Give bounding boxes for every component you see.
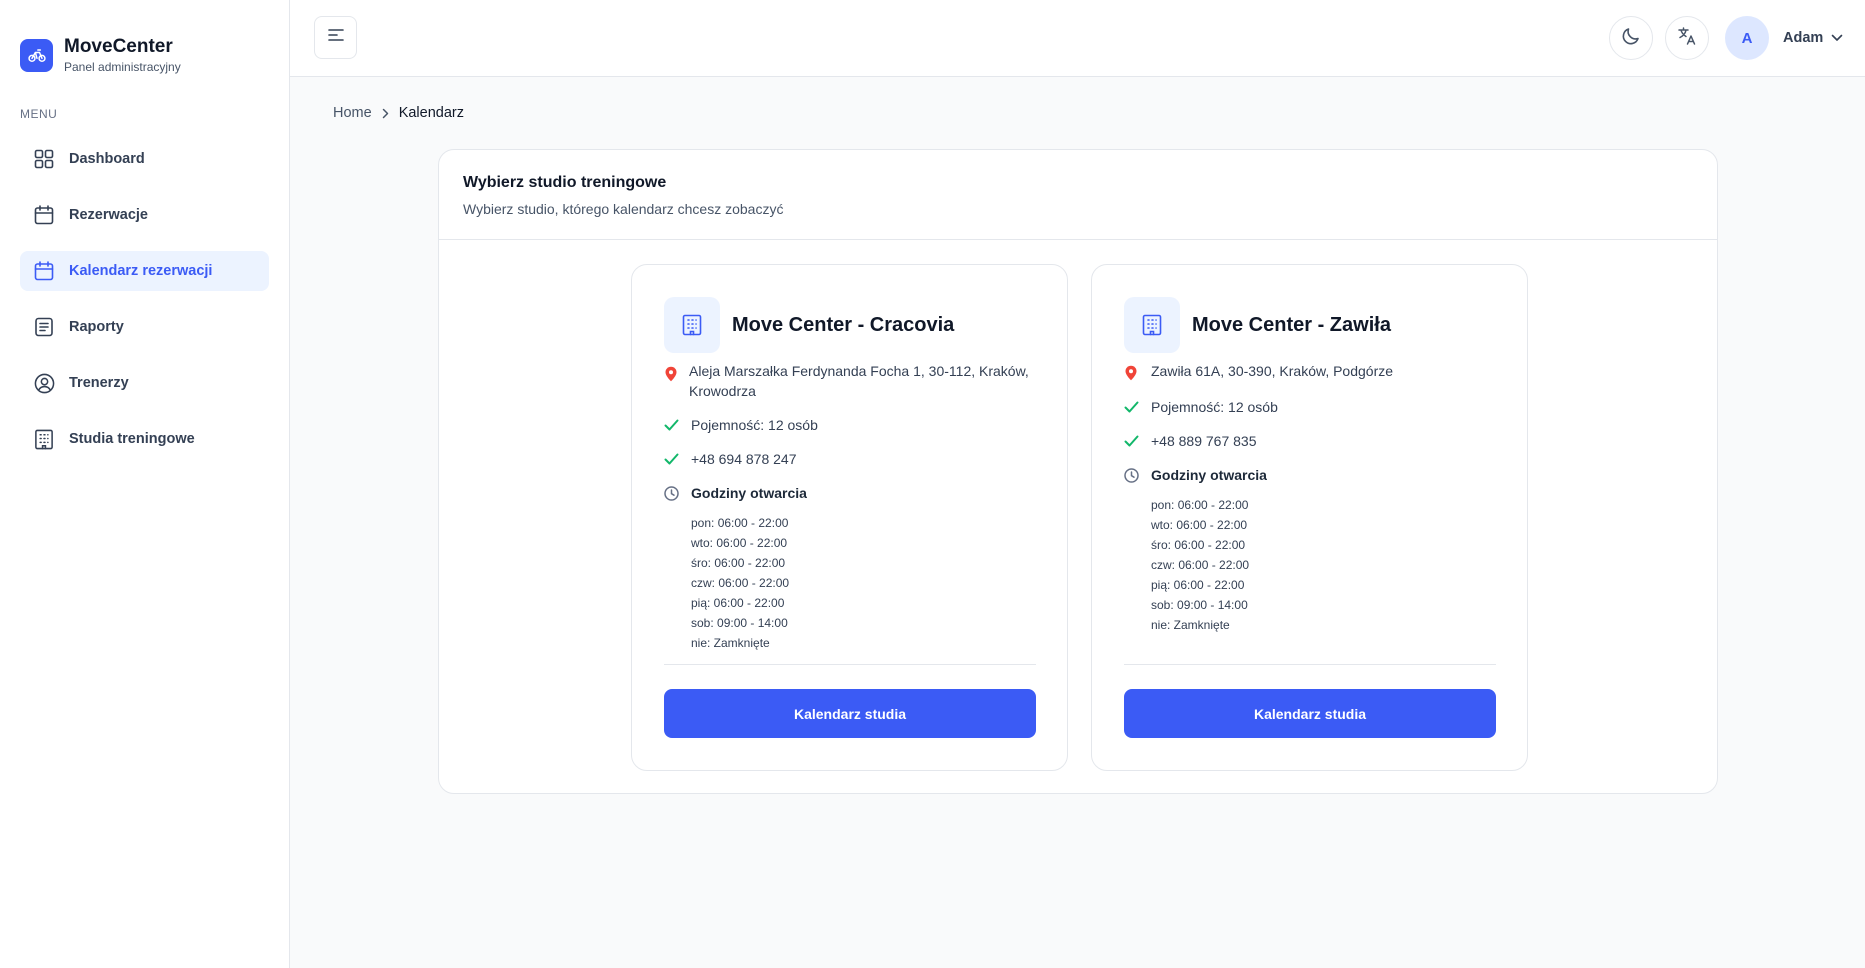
divider [664, 664, 1036, 665]
studio-address: Zawiła 61A, 30-390, Kraków, Podgórze [1124, 361, 1496, 383]
hours-row: pią: 06:00 - 22:00 [1151, 578, 1245, 592]
divider [1124, 664, 1496, 665]
calendar-icon [33, 260, 55, 282]
sidebar-item-label: Kalendarz rezerwacji [69, 263, 213, 279]
card-subtitle: Wybierz studio, którego kalendarz chcesz… [463, 201, 784, 217]
studio-phone: +48 694 878 247 [664, 449, 1036, 469]
opening-hours-heading: Godziny otwarcia [664, 483, 1036, 503]
studio-calendar-button[interactable]: Kalendarz studia [664, 689, 1036, 738]
studio-card: Move Center - Zawiła Zawiła 61A, 30-390,… [1091, 264, 1528, 771]
map-pin-icon [1124, 363, 1142, 383]
sidebar-item-trenerzy[interactable]: Trenerzy [20, 363, 269, 403]
hours-row: śro: 06:00 - 22:00 [1151, 538, 1246, 552]
breadcrumb-current: Kalendarz [398, 105, 464, 121]
card-title: Wybierz studio treningowe [463, 174, 667, 191]
hours-row: nie: Zamknięte [691, 636, 770, 650]
moon-icon [1621, 26, 1641, 51]
sidebar-item-raporty[interactable]: Raporty [20, 307, 269, 347]
translate-icon [1677, 26, 1697, 51]
hours-row: pią: 06:00 - 22:00 [691, 596, 785, 610]
sidebar-nav: Dashboard Rezerwacje Kalendarz rezerwacj… [20, 139, 269, 475]
user-menu[interactable]: A Adam [1725, 16, 1843, 60]
studio-address: Aleja Marszałka Ferdynanda Focha 1, 30-1… [664, 361, 1036, 401]
sidebar-item-dashboard[interactable]: Dashboard [20, 139, 269, 179]
sidebar-item-label: Studia treningowe [69, 431, 195, 447]
check-icon [664, 449, 682, 469]
theme-toggle-button[interactable] [1609, 16, 1653, 60]
studio-capacity: Pojemność: 12 osób [664, 415, 1036, 435]
studio-name: Move Center - Zawiła [1192, 313, 1391, 336]
hours-row: sob: 09:00 - 14:00 [691, 616, 788, 630]
user-name: Adam [1783, 30, 1824, 46]
check-icon [1124, 431, 1142, 451]
brand-title: MoveCenter [64, 36, 173, 57]
sidebar-item-label: Trenerzy [69, 375, 129, 391]
bicycle-icon [20, 38, 53, 72]
opening-hours-heading: Godziny otwarcia [1124, 465, 1496, 485]
chevron-down-icon [1831, 29, 1843, 47]
hours-row: śro: 06:00 - 22:00 [691, 556, 786, 570]
hours-row: pon: 06:00 - 22:00 [1151, 498, 1249, 512]
clock-icon [1124, 465, 1142, 485]
brand[interactable]: MoveCenter Panel administracyjny [20, 36, 181, 74]
sidebar: MoveCenter Panel administracyjny MENU Da… [0, 0, 290, 968]
hours-row: wto: 06:00 - 22:00 [1151, 518, 1248, 532]
sidebar-item-label: Dashboard [69, 151, 145, 167]
hours-row: wto: 06:00 - 22:00 [691, 536, 788, 550]
building-icon [664, 297, 720, 353]
sidebar-item-label: Raporty [69, 319, 124, 335]
sidebar-item-kalendarz-rezerwacji[interactable]: Kalendarz rezerwacji [20, 251, 269, 291]
language-button[interactable] [1665, 16, 1709, 60]
clock-icon [664, 483, 682, 503]
avatar: A [1725, 16, 1769, 60]
brand-subtitle: Panel administracyjny [64, 60, 181, 74]
hours-row: nie: Zamknięte [1151, 618, 1230, 632]
chevron-right-icon [382, 108, 389, 119]
studio-selection-card: Wybierz studio treningowe Wybierz studio… [438, 149, 1718, 794]
card-header: Wybierz studio treningowe Wybierz studio… [439, 150, 1717, 240]
topbar: A Adam [290, 0, 1865, 77]
sidebar-item-rezerwacje[interactable]: Rezerwacje [20, 195, 269, 235]
check-icon [664, 415, 682, 435]
menu-icon [327, 28, 344, 47]
breadcrumb-home[interactable]: Home [333, 105, 372, 121]
opening-hours-list: pon: 06:00 - 22:00 wto: 06:00 - 22:00 śr… [1151, 495, 1496, 635]
studio-card: Move Center - Cracovia Aleja Marszałka F… [631, 264, 1068, 771]
studio-name: Move Center - Cracovia [732, 313, 955, 336]
building-icon [33, 428, 55, 450]
grid-icon [33, 148, 55, 170]
studio-capacity: Pojemność: 12 osób [1124, 397, 1496, 417]
hours-row: czw: 06:00 - 22:00 [691, 576, 790, 590]
hours-row: sob: 09:00 - 14:00 [1151, 598, 1248, 612]
building-icon [1124, 297, 1180, 353]
sidebar-item-studia-treningowe[interactable]: Studia treningowe [20, 419, 269, 459]
sidebar-item-label: Rezerwacje [69, 207, 148, 223]
breadcrumb: Home Kalendarz [333, 105, 464, 121]
menu-toggle-button[interactable] [314, 16, 357, 59]
opening-hours-list: pon: 06:00 - 22:00 wto: 06:00 - 22:00 śr… [691, 513, 1036, 653]
map-pin-icon [664, 364, 682, 384]
calendar-icon [33, 204, 55, 226]
user-circle-icon [33, 372, 55, 394]
hours-row: pon: 06:00 - 22:00 [691, 516, 789, 530]
menu-label: MENU [20, 107, 58, 121]
hours-row: czw: 06:00 - 22:00 [1151, 558, 1250, 572]
check-icon [1124, 397, 1142, 417]
studio-phone: +48 889 767 835 [1124, 431, 1496, 451]
report-icon [33, 316, 55, 338]
studio-calendar-button[interactable]: Kalendarz studia [1124, 689, 1496, 738]
